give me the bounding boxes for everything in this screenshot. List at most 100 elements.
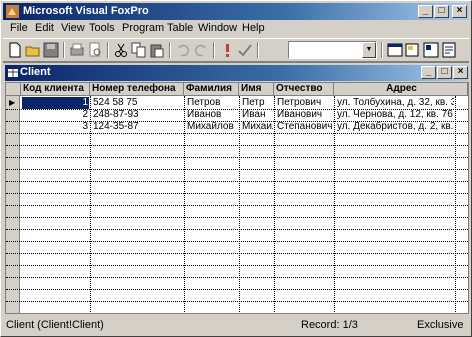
- cell-surname[interactable]: Михайлов: [186, 121, 238, 133]
- copy-icon[interactable]: [131, 42, 147, 58]
- menu-program[interactable]: Program: [122, 22, 164, 34]
- grid-row-line: [6, 205, 468, 206]
- cell-kod[interactable]: 2: [22, 109, 89, 121]
- grid-row-line: [6, 253, 468, 254]
- run-icon[interactable]: [219, 42, 235, 58]
- toolbar-separator: [169, 42, 171, 58]
- cell-surname[interactable]: Петров: [186, 97, 238, 109]
- close-button[interactable]: ×: [452, 5, 467, 18]
- chevron-down-icon[interactable]: ▼: [362, 42, 376, 58]
- child-minimize-button[interactable]: _: [421, 66, 436, 79]
- browse-grid[interactable]: Код клиента Номер телефона Фамилия Имя О…: [5, 82, 469, 314]
- cell-patronymic[interactable]: Иванович: [276, 109, 333, 121]
- app-title-bar[interactable]: Microsoft Visual FoxPro _ □ ×: [3, 3, 469, 20]
- minimize-icon: _: [425, 66, 432, 77]
- cell-address[interactable]: ул. Толбухина, д. 32, кв. 3: [336, 97, 454, 109]
- menu-file[interactable]: File: [10, 22, 28, 34]
- foxpro-icon: [6, 5, 19, 18]
- standard-toolbar: ▼: [3, 38, 469, 60]
- menu-window[interactable]: Window: [198, 22, 237, 34]
- status-bar: Client (Client!Client) Record: 1/3 Exclu…: [3, 317, 469, 334]
- grid-row-line: [6, 301, 468, 302]
- client-window-title-bar[interactable]: Client _ □ ×: [5, 65, 469, 81]
- column-header-name[interactable]: Имя: [239, 83, 274, 96]
- grid-row-line: [6, 181, 468, 182]
- print-preview-icon[interactable]: [87, 42, 103, 58]
- paste-icon[interactable]: [149, 42, 165, 58]
- grid-row-line: [6, 157, 468, 158]
- menu-help[interactable]: Help: [242, 22, 265, 34]
- toolbar-separator: [213, 42, 215, 58]
- maximize-button[interactable]: □: [434, 5, 449, 18]
- grid-row-line: [6, 145, 468, 146]
- cell-kod[interactable]: 3: [22, 121, 89, 133]
- grid-row-line: [6, 133, 468, 134]
- status-mode: Exclusive: [417, 319, 464, 331]
- status-record: Record: 1/3: [301, 319, 358, 331]
- menu-bar: File Edit View Tools Program Table Windo…: [3, 20, 469, 37]
- app-title: Microsoft Visual FoxPro: [23, 5, 149, 17]
- grid-row-line: [6, 217, 468, 218]
- client-window-title: Client: [20, 66, 51, 78]
- grid-row-line: [6, 169, 468, 170]
- maximize-icon: □: [438, 5, 445, 16]
- status-table: Client (Client!Client): [6, 319, 104, 331]
- minimize-button[interactable]: _: [418, 5, 433, 18]
- column-header-address[interactable]: Адрес: [334, 83, 468, 96]
- menu-table[interactable]: Table: [167, 22, 193, 34]
- child-maximize-button[interactable]: □: [437, 66, 452, 79]
- cell-phone[interactable]: 124-35-87: [92, 121, 183, 133]
- cut-icon[interactable]: [113, 42, 129, 58]
- grid-row-line: [6, 193, 468, 194]
- close-icon: ×: [457, 66, 464, 77]
- toolbar-separator: [257, 42, 259, 58]
- toolbar-separator: [381, 42, 383, 58]
- cell-name[interactable]: Михаил: [241, 121, 273, 133]
- modify-icon[interactable]: [237, 42, 253, 58]
- foxpro-main-window: Microsoft Visual FoxPro _ □ × File Edit …: [0, 0, 472, 337]
- command-window-icon[interactable]: [387, 42, 403, 58]
- redo-icon[interactable]: [193, 42, 209, 58]
- menu-edit[interactable]: Edit: [35, 22, 54, 34]
- grid-row-line: [6, 241, 468, 242]
- save-icon[interactable]: [43, 42, 59, 58]
- menu-view[interactable]: View: [61, 22, 85, 34]
- maximize-icon: □: [441, 66, 448, 77]
- column-header-patronymic[interactable]: Отчество: [274, 83, 334, 96]
- current-record-pointer-icon: ▶: [9, 98, 16, 107]
- menu-tools[interactable]: Tools: [89, 22, 115, 34]
- cell-patronymic[interactable]: Петрович: [276, 97, 333, 109]
- table-icon: [8, 69, 18, 77]
- column-header-phone[interactable]: Номер телефона: [90, 83, 184, 96]
- minimize-icon: _: [422, 5, 429, 16]
- cell-phone[interactable]: 248-87-93: [92, 109, 183, 121]
- grid-row-line: [6, 289, 468, 290]
- toolbar-combo[interactable]: ▼: [288, 41, 377, 59]
- cell-address[interactable]: ул. Чернова, д. 12, кв. 76: [336, 109, 454, 121]
- undo-icon[interactable]: [175, 42, 191, 58]
- close-icon: ×: [456, 5, 463, 16]
- properties-icon[interactable]: [423, 42, 439, 58]
- cell-surname[interactable]: Иванов: [186, 109, 238, 121]
- toolbar-separator: [63, 42, 65, 58]
- form-icon[interactable]: [441, 42, 457, 58]
- open-icon[interactable]: [25, 42, 41, 58]
- column-header-surname[interactable]: Фамилия: [184, 83, 239, 96]
- toolbar-separator: [107, 42, 109, 58]
- child-close-button[interactable]: ×: [453, 66, 468, 79]
- grid-row-line: [6, 277, 468, 278]
- cell-phone[interactable]: 524 58 75: [92, 97, 183, 109]
- client-browse-window: Client _ □ × Код клиента Номер телефона …: [3, 63, 471, 315]
- cell-name[interactable]: Петр: [241, 97, 273, 109]
- data-session-icon[interactable]: [405, 42, 421, 58]
- cell-name[interactable]: Иван: [241, 109, 273, 121]
- column-header-kod[interactable]: Код клиента: [21, 83, 90, 96]
- cell-kod[interactable]: 1: [22, 97, 89, 109]
- new-icon[interactable]: [7, 42, 23, 58]
- header-corner: [6, 83, 21, 96]
- grid-row-line: [6, 229, 468, 230]
- grid-row-line: [6, 265, 468, 266]
- print-icon[interactable]: [69, 42, 85, 58]
- cell-address[interactable]: ул. Декабристов, д. 2, кв. 43: [336, 121, 454, 133]
- cell-patronymic[interactable]: Степанович: [276, 121, 333, 133]
